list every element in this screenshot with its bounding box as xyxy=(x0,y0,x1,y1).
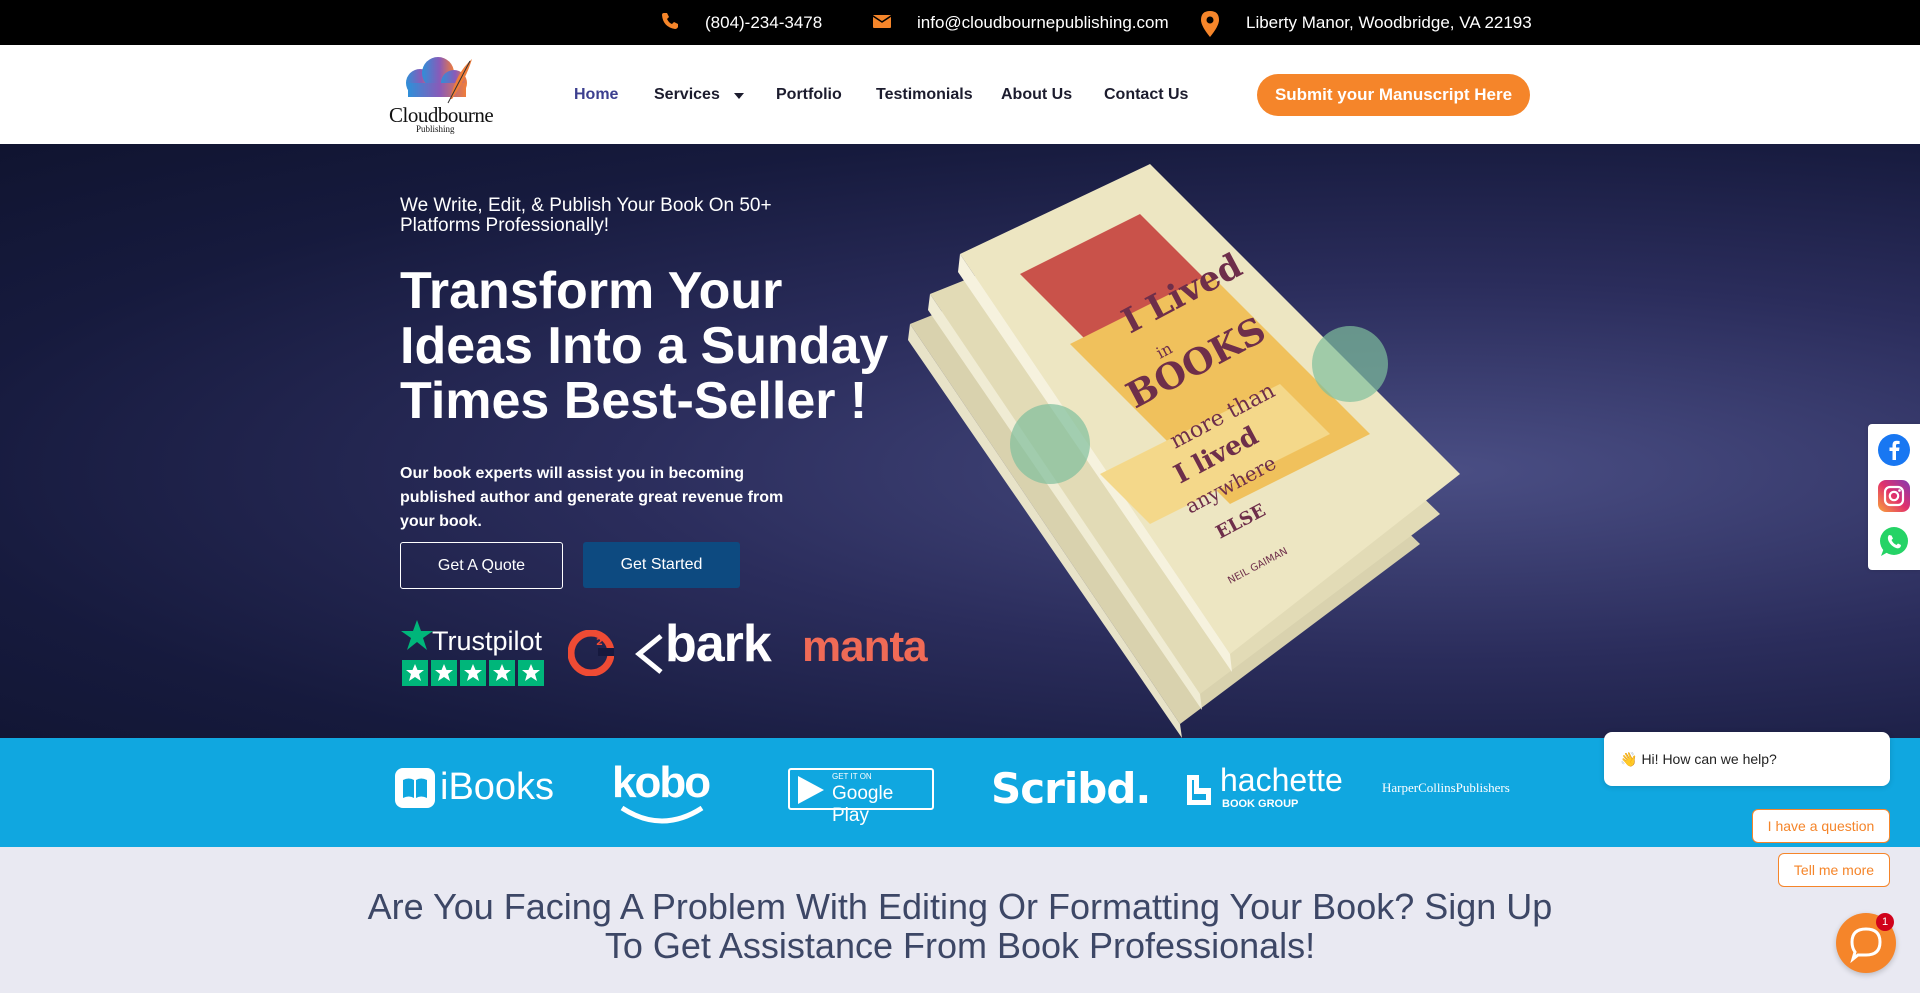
envelope-icon xyxy=(872,11,892,36)
get-started-button[interactable]: Get Started xyxy=(583,542,740,588)
google-play-label: Google Play xyxy=(832,783,894,826)
nav-services[interactable]: Services xyxy=(654,45,744,144)
hero-description: Our book experts will assist you in beco… xyxy=(400,465,784,530)
chat-option-tell-more[interactable]: Tell me more xyxy=(1778,853,1890,887)
wave-emoji: 👋 xyxy=(1620,750,1638,767)
hero-section: I Lived in BOOKS more than I lived anywh… xyxy=(0,144,1920,738)
facebook-icon[interactable] xyxy=(1878,434,1910,466)
svg-text:2: 2 xyxy=(596,637,603,648)
google-play-small: GET IT ON xyxy=(832,772,872,781)
chat-option-question[interactable]: I have a question xyxy=(1752,809,1890,843)
social-sidebar xyxy=(1868,424,1920,570)
logo-subtitle: Publishing xyxy=(416,124,455,134)
site-header: Cloudbourne Publishing Home Services Por… xyxy=(0,45,1920,144)
ibooks-wordmark: iBooks xyxy=(440,766,555,808)
book-stack-image: I Lived in BOOKS more than I lived anywh… xyxy=(900,144,1580,738)
nav-home[interactable]: Home xyxy=(574,45,618,144)
submit-manuscript-button[interactable]: Submit your Manuscript Here xyxy=(1257,74,1530,116)
nav-testimonials[interactable]: Testimonials xyxy=(876,45,973,144)
hero-subtitle: We Write, Edit, & Publish Your Book On 5… xyxy=(400,195,772,236)
trustpilot-wordmark: Trustpilot xyxy=(432,626,543,656)
phone-link[interactable]: (804)-234-3478 xyxy=(705,0,822,45)
google-play-badge: GET IT ON Google Play xyxy=(788,768,934,826)
hachette-subtext: BOOK GROUP xyxy=(1222,798,1299,810)
instagram-icon[interactable] xyxy=(1878,480,1910,512)
play-triangle-icon xyxy=(798,776,824,804)
nav-services-label: Services xyxy=(654,85,720,103)
hachette-icon xyxy=(1184,772,1214,813)
whatsapp-icon[interactable] xyxy=(1878,526,1910,558)
bark-chevron-icon xyxy=(635,634,663,679)
chat-greeting-text: Hi! How can we help? xyxy=(1641,751,1777,767)
g2-logo: 2 xyxy=(567,629,615,681)
location-pin-icon xyxy=(1201,11,1219,42)
hachette-wordmark: hachette xyxy=(1220,762,1343,798)
ibooks-logo xyxy=(395,768,435,813)
harpercollins-wordmark: HarperCollinsPublishers xyxy=(1382,780,1510,795)
nav-portfolio[interactable]: Portfolio xyxy=(776,45,842,144)
problem-section: Are You Facing A Problem With Editing Or… xyxy=(0,847,1920,993)
bark-wordmark: bark xyxy=(665,615,772,673)
address-text: Liberty Manor, Woodbridge, VA 22193 xyxy=(1246,12,1532,32)
scribd-wordmark: Scribd. xyxy=(991,764,1151,813)
problem-heading: Are You Facing A Problem With Editing Or… xyxy=(367,886,1553,966)
nav-contact-us[interactable]: Contact Us xyxy=(1104,45,1188,144)
chat-greeting-bubble: 👋 Hi! How can we help? xyxy=(1604,732,1890,786)
get-a-quote-button[interactable]: Get A Quote xyxy=(400,542,563,589)
kobo-smile-icon xyxy=(612,800,712,835)
hero-title: Transform Your Ideas Into a Sunday Times… xyxy=(400,262,889,430)
nav-about-us[interactable]: About Us xyxy=(1001,45,1072,144)
phone-icon xyxy=(660,11,680,36)
caret-down-icon xyxy=(733,86,744,104)
chat-notification-badge: 1 xyxy=(1876,913,1894,931)
top-contact-bar: (804)-234-3478 info@cloudbournepublishin… xyxy=(0,0,1920,45)
email-link[interactable]: info@cloudbournepublishing.com xyxy=(917,0,1169,45)
manta-wordmark: manta xyxy=(802,622,928,671)
